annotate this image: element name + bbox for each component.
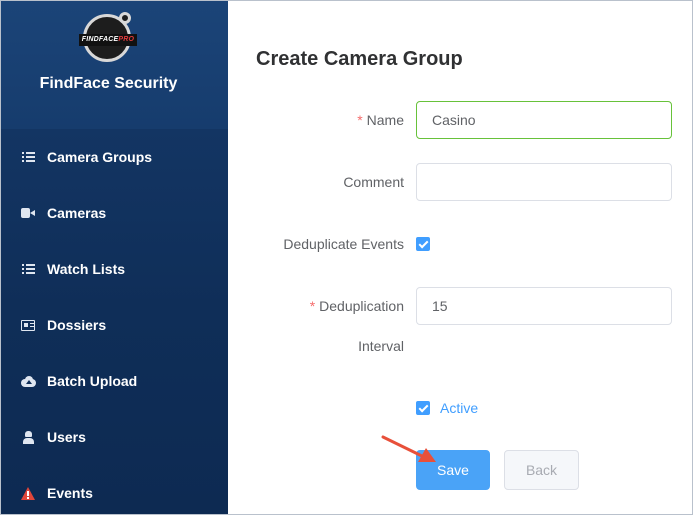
list-icon	[21, 262, 35, 276]
deduplication-interval-input[interactable]	[416, 287, 672, 325]
deduplicate-events-label: Deduplicate Events	[283, 236, 404, 252]
list-icon	[21, 150, 35, 164]
sidebar-item-label: Cameras	[47, 205, 107, 221]
logo-text-pro: PRO	[118, 36, 135, 43]
active-checkbox[interactable]	[416, 401, 430, 415]
deduplicate-events-checkbox[interactable]	[416, 237, 430, 251]
comment-input[interactable]	[416, 163, 672, 201]
sidebar-item-label: Dossiers	[47, 317, 107, 333]
id-card-icon	[21, 318, 35, 332]
sidebar-item-label: Batch Upload	[47, 373, 138, 389]
video-camera-icon	[21, 206, 35, 220]
sidebar-item-dossiers[interactable]: Dossiers	[1, 297, 228, 353]
sidebar-item-cameras[interactable]: Cameras	[1, 185, 228, 241]
app-name: FindFace Security	[39, 75, 178, 92]
back-button[interactable]: Back	[504, 450, 579, 490]
name-input[interactable]	[416, 101, 672, 139]
sidebar-item-watch-lists[interactable]: Watch Lists	[1, 241, 228, 297]
warning-icon	[21, 486, 35, 500]
active-label[interactable]: Active	[440, 400, 478, 416]
sidebar-item-events[interactable]: Events	[1, 465, 228, 514]
deduplication-interval-label-line2: Interval	[358, 338, 404, 354]
logo-wordmark: FINDFACEPRO	[79, 34, 137, 46]
sidebar-item-users[interactable]: Users	[1, 409, 228, 465]
logo-knob	[119, 12, 131, 24]
sidebar-item-label: Camera Groups	[47, 149, 153, 165]
user-secret-icon	[21, 430, 35, 444]
sidebar: FINDFACEPRO FindFace Security Camera Gro…	[1, 1, 228, 514]
sidebar-item-label: Users	[47, 429, 86, 445]
deduplication-interval-label: * Deduplication	[310, 298, 404, 314]
name-label-text: Name	[366, 112, 404, 128]
page-title: Create Camera Group	[256, 48, 463, 70]
comment-label: Comment	[343, 174, 404, 190]
sidebar-item-label: Events	[47, 485, 93, 501]
brand-header: FINDFACEPRO FindFace Security	[1, 1, 228, 129]
required-marker: *	[357, 112, 363, 128]
findface-logo: FINDFACEPRO	[79, 12, 137, 66]
main-content: Create Camera Group *Name Comment Dedupl…	[228, 1, 692, 514]
logo-text-main: FINDFACE	[81, 36, 119, 43]
annotation-arrow-icon	[381, 435, 436, 462]
cloud-upload-icon	[21, 374, 36, 388]
sidebar-item-label: Watch Lists	[47, 261, 126, 277]
deduplication-interval-label-text: Deduplication	[319, 298, 404, 314]
name-label: * Name	[357, 112, 404, 128]
required-marker: *	[309, 298, 316, 314]
sidebar-item-batch-upload[interactable]: Batch Upload	[1, 353, 228, 409]
sidebar-item-camera-groups[interactable]: Camera Groups	[1, 129, 228, 185]
app-window: FINDFACEPRO FindFace Security Camera Gro…	[0, 0, 693, 515]
